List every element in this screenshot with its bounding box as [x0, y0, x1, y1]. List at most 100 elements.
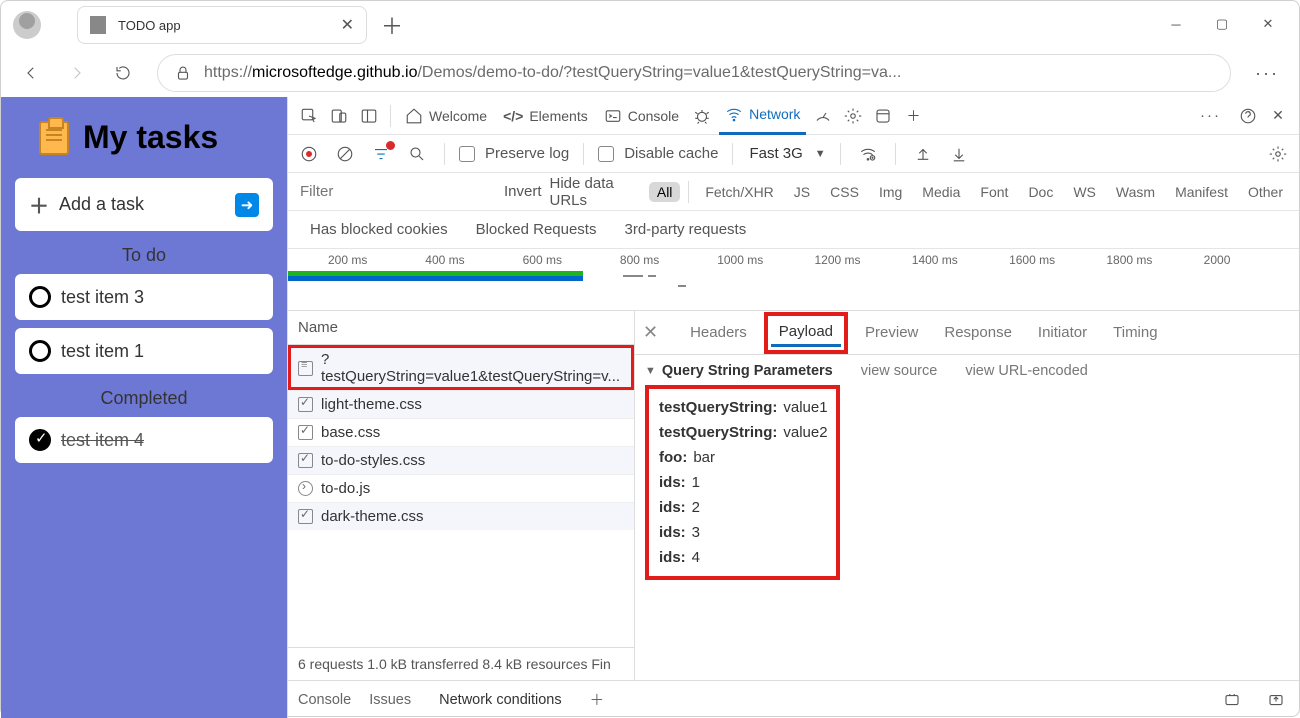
tab-preview[interactable]: Preview — [863, 318, 920, 347]
task-item[interactable]: test item 3 — [15, 274, 273, 320]
detail-tabs: ✕ Headers Payload Preview Response Initi… — [635, 311, 1299, 355]
drawer-icon-1[interactable] — [1219, 687, 1245, 713]
drawer-console[interactable]: Console — [298, 692, 351, 708]
more-tabs-button[interactable]: ＋ — [900, 103, 926, 129]
tab-close-button[interactable]: ✕ — [341, 15, 354, 35]
checkbox-icon[interactable] — [29, 340, 51, 362]
browser-menu-button[interactable]: ··· — [1245, 63, 1289, 84]
param-row: ids:1 — [659, 470, 826, 495]
param-row: foo:bar — [659, 445, 826, 470]
download-icon[interactable] — [946, 141, 972, 167]
clear-button[interactable] — [332, 141, 358, 167]
type-filter[interactable]: CSS — [822, 182, 867, 202]
section-todo: To do — [15, 245, 273, 266]
address-bar[interactable]: https://microsoftedge.github.io/Demos/de… — [157, 54, 1231, 92]
add-task-submit-button[interactable]: ➜ — [235, 193, 259, 217]
type-filter[interactable]: Font — [972, 182, 1016, 202]
record-button[interactable] — [296, 141, 322, 167]
type-filter[interactable]: Img — [871, 182, 910, 202]
minimize-button[interactable]: ─ — [1153, 7, 1199, 41]
app-title: My tasks — [83, 119, 218, 156]
new-tab-button[interactable]: ＋ — [375, 8, 409, 42]
drawer-icon-2[interactable] — [1263, 687, 1289, 713]
request-row[interactable]: dark-theme.css — [288, 502, 634, 530]
type-filter[interactable]: JS — [786, 182, 818, 202]
device-icon[interactable] — [326, 103, 352, 129]
drawer-issues[interactable]: Issues — [369, 692, 411, 708]
devtools-menu-button[interactable]: ··· — [1190, 107, 1231, 124]
devtools: Welcome </>Elements Console Network ＋ ··… — [287, 97, 1299, 718]
type-filter[interactable]: Fetch/XHR — [697, 182, 781, 202]
gear-icon[interactable] — [840, 103, 866, 129]
request-list-pane: Name ?testQueryString=value1&testQuerySt… — [288, 311, 635, 680]
back-button[interactable] — [11, 53, 51, 93]
type-filter-all[interactable]: All — [649, 182, 681, 202]
disable-cache-checkbox[interactable] — [598, 146, 614, 162]
bug-icon[interactable] — [689, 103, 715, 129]
window-controls: ─ ▢ ✕ — [1153, 7, 1291, 41]
view-source-link[interactable]: view source — [861, 363, 938, 379]
request-list-header: Name — [288, 311, 634, 345]
tab-network[interactable]: Network — [719, 97, 806, 135]
type-filter[interactable]: Media — [914, 182, 968, 202]
tab-console[interactable]: Console — [598, 103, 685, 129]
view-urlencoded-link[interactable]: view URL-encoded — [965, 363, 1088, 379]
drawer-network-conditions[interactable]: Network conditions — [429, 686, 572, 714]
filter-row-2: Has blocked cookies Blocked Requests 3rd… — [288, 211, 1299, 249]
request-row[interactable]: light-theme.css — [288, 390, 634, 418]
checkbox-checked-icon[interactable] — [29, 429, 51, 451]
tab-elements[interactable]: </>Elements — [497, 104, 594, 128]
tab-headers[interactable]: Headers — [688, 318, 749, 347]
timeline[interactable]: 200 ms 400 ms600 ms 800 ms1000 ms 1200 m… — [288, 249, 1299, 311]
tab-initiator[interactable]: Initiator — [1036, 318, 1089, 347]
tab-welcome[interactable]: Welcome — [399, 103, 493, 129]
document-icon — [298, 361, 313, 376]
help-icon[interactable] — [1235, 103, 1261, 129]
performance-icon[interactable] — [810, 103, 836, 129]
tab-payload[interactable]: Payload — [771, 319, 841, 347]
tab-timing[interactable]: Timing — [1111, 318, 1159, 347]
namespace[interactable]: Manifest — [1167, 182, 1236, 202]
drawer-tabs: Console Issues Network conditions ＋ — [288, 680, 1299, 718]
offline-wifi-icon[interactable] — [855, 141, 881, 167]
type-filter[interactable]: Other — [1240, 182, 1291, 202]
filter-toggle-icon[interactable] — [368, 141, 394, 167]
maximize-button[interactable]: ▢ — [1199, 7, 1245, 41]
app-icon[interactable] — [870, 103, 896, 129]
preserve-log-checkbox[interactable] — [459, 146, 475, 162]
filter-row: Invert Hide data URLs All Fetch/XHR JS C… — [288, 173, 1299, 211]
browser-tab[interactable]: TODO app ✕ — [77, 6, 367, 44]
inspect-icon[interactable] — [296, 103, 322, 129]
request-row[interactable]: base.css — [288, 418, 634, 446]
disable-cache-label: Disable cache — [624, 145, 718, 162]
task-item[interactable]: test item 4 — [15, 417, 273, 463]
profile-avatar[interactable] — [13, 11, 41, 39]
type-filter[interactable]: Doc — [1020, 182, 1061, 202]
close-window-button[interactable]: ✕ — [1245, 7, 1291, 41]
request-row[interactable]: ?testQueryString=value1&testQueryString=… — [288, 345, 634, 390]
param-row: ids:2 — [659, 495, 826, 520]
throttle-select[interactable]: Fast 3G — [747, 143, 804, 164]
url-text: https://microsoftedge.github.io/Demos/de… — [204, 64, 901, 82]
dock-icon[interactable] — [356, 103, 382, 129]
drawer-add-button[interactable]: ＋ — [590, 689, 605, 710]
css-file-icon — [298, 425, 313, 440]
settings-gear-icon[interactable] — [1265, 141, 1291, 167]
task-item[interactable]: test item 1 — [15, 328, 273, 374]
type-filter[interactable]: Wasm — [1108, 182, 1163, 202]
request-row[interactable]: to-do-styles.css — [288, 446, 634, 474]
search-icon[interactable] — [404, 141, 430, 167]
refresh-button[interactable] — [103, 53, 143, 93]
add-task-card[interactable]: ＋ Add a task ➜ — [15, 178, 273, 231]
devtools-close-button[interactable]: ✕ — [1265, 103, 1291, 129]
tab-response[interactable]: Response — [942, 318, 1014, 347]
request-row[interactable]: to-do.js — [288, 474, 634, 502]
checkbox-icon[interactable] — [29, 286, 51, 308]
detail-close-button[interactable]: ✕ — [643, 322, 658, 343]
type-filter[interactable]: WS — [1065, 182, 1104, 202]
js-file-icon — [298, 481, 313, 496]
upload-icon[interactable] — [910, 141, 936, 167]
plus-icon: ＋ — [29, 190, 49, 219]
section-title[interactable]: Query String Parameters — [662, 363, 833, 379]
filter-input[interactable] — [296, 179, 496, 204]
